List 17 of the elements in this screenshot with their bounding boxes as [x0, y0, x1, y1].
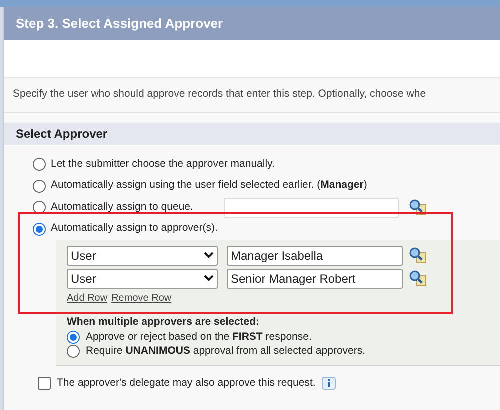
- row-link[interactable]: Add Row: [67, 291, 108, 306]
- step-title: Step 3. Select Assigned Approver: [16, 14, 224, 33]
- approver-field[interactable]: Manager Isabella: [227, 246, 403, 266]
- multiple-heading: When multiple approvers are selected:: [67, 315, 261, 330]
- option-label: Let the submitter choose the approver manually.: [51, 156, 275, 172]
- section-title: Select Approver: [16, 126, 108, 143]
- option-label: Automatically assign using the user field selected earlier. (Manager): [51, 178, 368, 194]
- row-link[interactable]: Remove Row: [112, 291, 172, 306]
- option-label: Automatically assign to approver(s).: [51, 221, 218, 236]
- type-select[interactable]: User: [67, 246, 218, 266]
- type-select[interactable]: User: [67, 268, 218, 288]
- delegate-label: The approver's delegate may also approve this request.: [57, 376, 316, 391]
- description-text: Specify the user who should approve records that enter this step. Optionally, choose whe: [13, 87, 426, 102]
- approver-field[interactable]: Senior Manager Robert: [227, 268, 403, 288]
- option-label: Approve or reject based on the FIRST response.: [86, 330, 312, 345]
- option-label: Require UNANIMOUS approval from all selected approvers.: [86, 344, 366, 359]
- option-label: Automatically assign to queue.: [51, 200, 194, 215]
